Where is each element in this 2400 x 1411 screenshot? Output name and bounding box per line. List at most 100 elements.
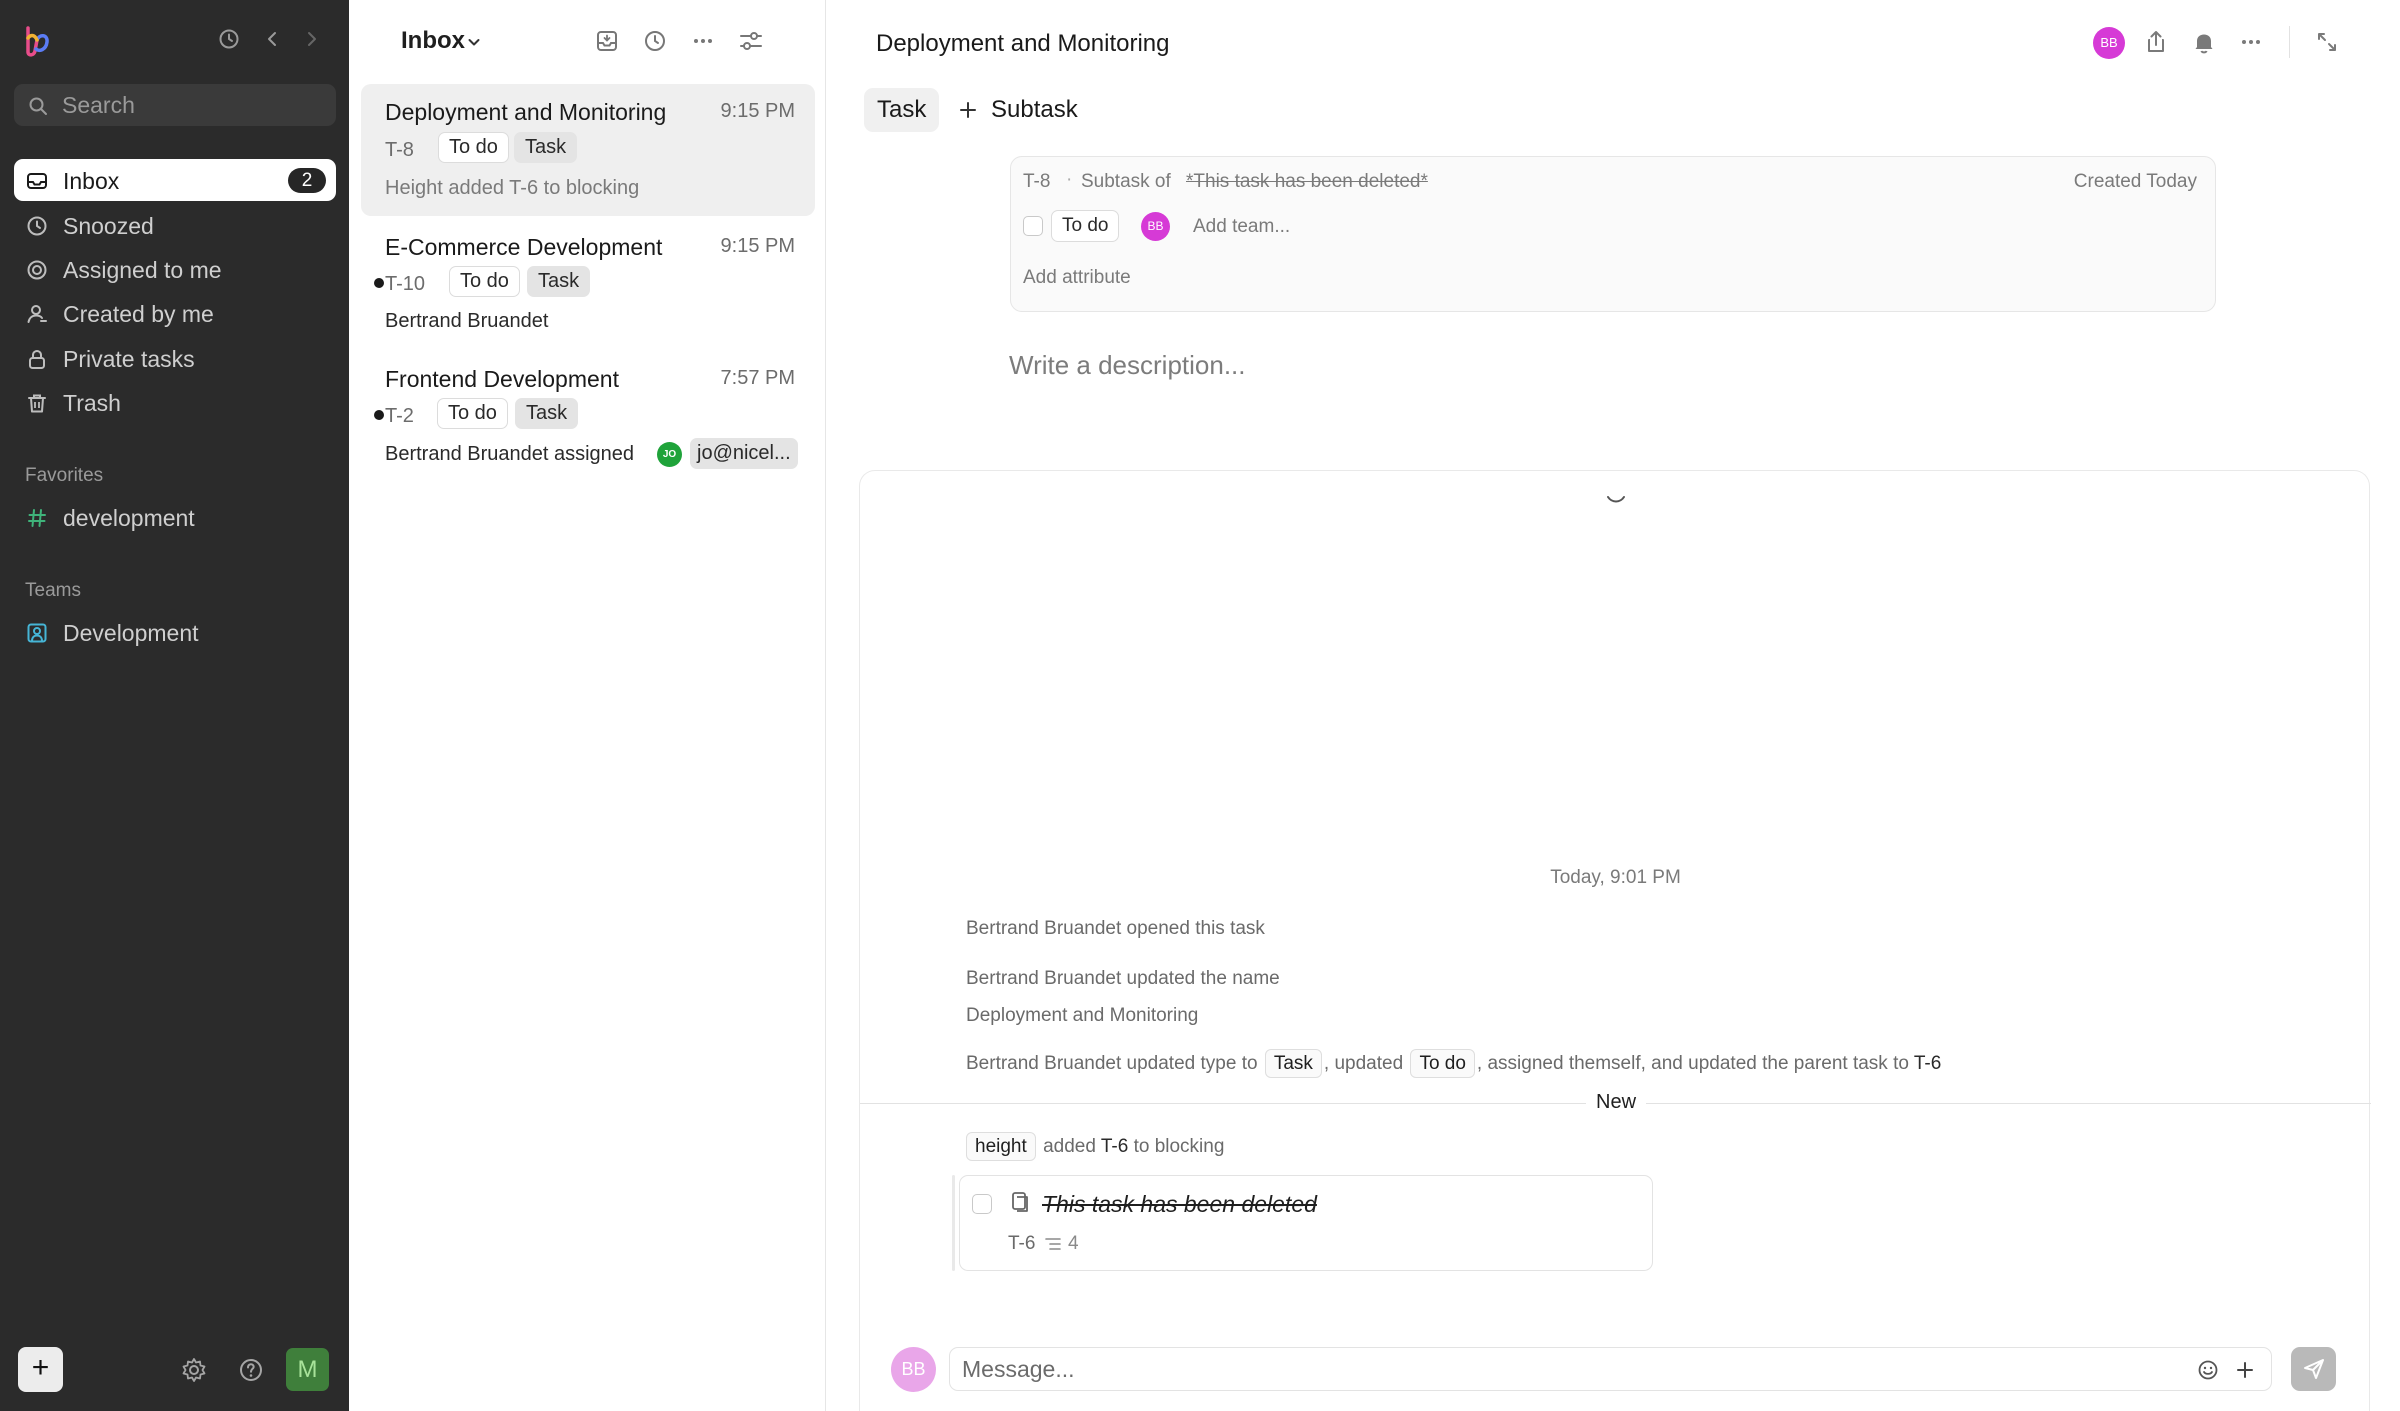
status-chip: To do [1410,1049,1475,1078]
parent-task-link[interactable]: *This task has been deleted* [1186,171,1428,193]
new-task-button[interactable]: + [18,1347,63,1392]
description-field[interactable]: Write a description... [1009,350,1246,381]
more-icon[interactable] [690,28,716,54]
settings-icon[interactable] [180,1356,208,1384]
sidebar-item-private[interactable]: Private tasks [14,337,336,379]
linked-task-key: T-6 [1008,1233,1036,1254]
sidebar-item-development-favorite[interactable]: development [14,496,336,538]
activity-text: Bertrand Bruandet updated type to [966,1053,1258,1074]
quote-bar [952,1175,955,1271]
assignee-avatar[interactable]: BB [1141,212,1170,241]
search-bar[interactable] [14,84,336,126]
activity-date: Today, 9:01 PM [1550,867,1681,888]
search-icon [28,96,48,116]
add-team-field[interactable]: Add team... [1193,216,1290,238]
status-chip: To do [449,266,520,297]
completion-checkbox[interactable] [1023,216,1043,236]
message-composer[interactable] [949,1347,2272,1391]
linked-task-title: This task has been deleted [1042,1191,1317,1217]
created-date: Created Today [2073,171,2197,192]
inbox-item[interactable]: E-Commerce Development 9:15 PM T-10 To d… [361,219,815,347]
filter-settings-icon[interactable] [738,28,764,54]
separator-dot: · [1066,169,1073,190]
task-key: T-2 [385,405,414,427]
bell-icon[interactable] [2190,28,2218,56]
sidebar-item-label: Assigned to me [63,257,222,283]
chevron-down-icon[interactable] [466,34,482,50]
help-icon[interactable] [237,1356,265,1384]
activity-entry: Deployment and Monitoring [966,1005,1199,1026]
task-key: T-8 [1023,171,1051,192]
assignee-avatar[interactable]: BB [2093,27,2125,59]
sidebar-item-assigned[interactable]: Assigned to me [14,248,336,290]
message-input[interactable] [962,1348,2162,1390]
activity-update-entry: Bertrand Bruandet updated type to Task, … [966,1049,1941,1078]
teams-heading: Teams [25,580,81,601]
sidebar-item-development-team[interactable]: Development [14,611,336,653]
inbox-item-time: 7:57 PM [720,367,795,389]
sidebar-item-trash[interactable]: Trash [14,381,336,423]
sidebar-item-label: development [63,505,195,531]
inbox-item-title: Frontend Development [385,366,619,392]
new-label: New [1586,1091,1647,1114]
user-avatar[interactable]: M [286,1348,329,1391]
inbox-item-time: 9:15 PM [720,235,795,257]
tab-subtask[interactable]: Subtask [959,88,1091,132]
emoji-icon[interactable] [2196,1358,2220,1382]
favorites-heading: Favorites [25,465,104,486]
clock-icon [26,215,48,237]
sidebar-header [0,0,349,80]
send-button[interactable] [2291,1347,2336,1391]
snooze-icon[interactable] [642,28,668,54]
sidebar-item-label: Trash [63,390,121,416]
sidebar: Inbox 2 Snoozed Assigned to me Created b… [0,0,349,1411]
activity-text: , updated [1323,1053,1404,1074]
share-icon[interactable] [2142,28,2170,56]
inbox-item-title: Deployment and Monitoring [385,99,667,125]
linked-task-card[interactable]: This task has been deleted T-6 4 [959,1175,1653,1271]
activity-blocking-entry: height added T-6 to blocking [966,1132,1224,1161]
type-chip: Task [1264,1049,1322,1078]
inbox-item[interactable]: Frontend Development 7:57 PM T-2 To do T… [361,352,815,480]
history-icon[interactable] [216,26,242,52]
task-detail-panel: Deployment and Monitoring BB Task Subtas… [826,0,2400,1411]
activity-entry: Bertrand Bruandet opened this task [966,918,1265,939]
more-icon[interactable] [2237,28,2265,56]
forward-icon[interactable] [298,26,324,52]
sidebar-item-snoozed[interactable]: Snoozed [14,204,336,246]
add-attribute-button[interactable]: Add attribute [1023,267,1131,289]
assignee-avatar: JO [657,442,682,467]
inbox-item[interactable]: Deployment and Monitoring 9:15 PM T-8 To… [361,84,815,216]
blocking-task-link[interactable]: T-6 [1101,1136,1128,1157]
sidebar-item-created[interactable]: Created by me [14,292,336,334]
header-divider [2289,26,2290,58]
subtasks-icon [1044,1237,1062,1251]
composer-avatar: BB [891,1347,936,1392]
linked-task-checkbox[interactable] [972,1194,992,1214]
tab-task[interactable]: Task [864,88,940,132]
status-chip[interactable]: To do [1051,210,1120,242]
archive-icon[interactable] [594,28,620,54]
actor-chip: height [966,1132,1036,1161]
sidebar-item-label: Snoozed [63,213,154,239]
status-chip: To do [437,398,508,429]
search-input[interactable] [62,84,322,126]
inbox-title-dropdown[interactable]: Inbox [401,27,465,55]
back-icon[interactable] [260,26,286,52]
inbox-panel: Inbox Deployment and Monitoring 9:15 PM … [349,0,826,1411]
plus-icon[interactable] [2234,1359,2256,1381]
sidebar-item-inbox[interactable]: Inbox 2 [14,159,336,201]
status-chip: To do [438,132,509,163]
app-logo-icon[interactable] [22,24,52,58]
collapse-chevron-icon[interactable] [1604,493,1628,507]
tab-subtask-label: Subtask [991,96,1078,123]
lock-icon [26,348,48,370]
task-attributes: T-8 · Subtask of *This task has been del… [1010,156,2216,312]
unread-dot [374,410,384,420]
task-key: T-8 [385,139,414,161]
task-title[interactable]: Deployment and Monitoring [876,30,1170,58]
expand-icon[interactable] [2313,28,2341,56]
type-chip: Task [515,398,579,429]
parent-task-link[interactable]: T-6 [1914,1053,1941,1074]
sidebar-item-label: Inbox [63,168,120,194]
